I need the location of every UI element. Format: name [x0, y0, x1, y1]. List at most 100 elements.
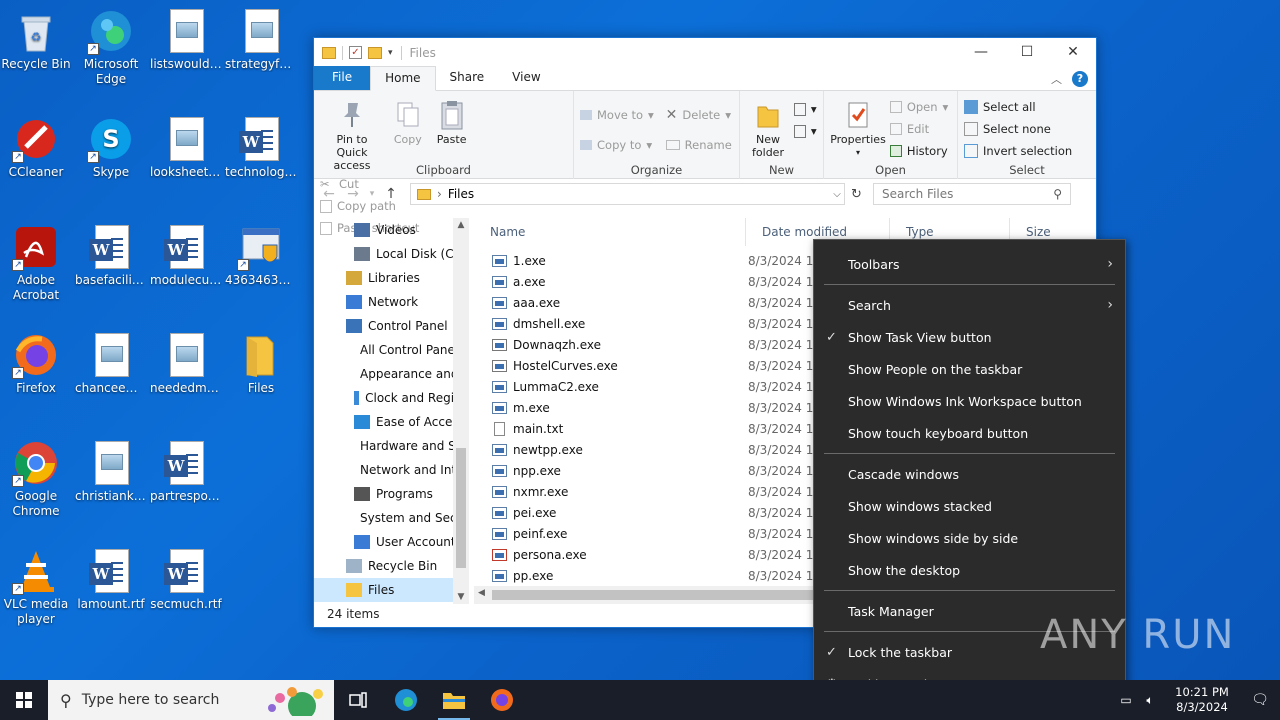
menu-item[interactable]: Toolbars ›	[814, 248, 1125, 280]
nav-item[interactable]: Ease of Access	[314, 410, 469, 434]
desktop-icon-folder[interactable]: Files	[223, 327, 299, 396]
search-input[interactable]: Search Files ⚲	[873, 183, 1071, 205]
tab-share[interactable]: Share	[436, 66, 499, 90]
network-icon[interactable]: ▭	[1116, 693, 1136, 707]
tab-view[interactable]: View	[498, 66, 554, 90]
desktop-icon-image-doc[interactable]: neededmo....	[148, 327, 224, 396]
nav-item[interactable]: System and Security	[314, 506, 469, 530]
desktop-icon-firefox[interactable]: ↗ Firefox	[0, 327, 74, 396]
minimize-button[interactable]: —	[958, 38, 1004, 67]
address-dropdown-icon[interactable]: ⌵	[830, 189, 844, 200]
new-folder-qa-icon[interactable]	[368, 46, 382, 59]
nav-item[interactable]: Appearance and Personalization	[314, 362, 469, 386]
maximize-button[interactable]: ☐	[1004, 38, 1050, 67]
nav-item[interactable]: User Accounts	[314, 530, 469, 554]
desktop-icon-word-doc[interactable]: Wpartrespo....	[148, 435, 224, 504]
task-view-button[interactable]	[334, 680, 382, 720]
nav-item[interactable]: Hardware and Sound	[314, 434, 469, 458]
desktop-icon-chrome[interactable]: ↗ Google Chrome	[0, 435, 74, 519]
cut-button[interactable]: ✂ Cut	[320, 174, 419, 194]
volume-icon[interactable]: 🔈︎	[1136, 693, 1164, 708]
desktop-icon-word-doc[interactable]: Wbasefacility....	[73, 219, 149, 288]
clock[interactable]: 10:21 PM 8/3/2024	[1164, 685, 1240, 715]
start-button[interactable]	[0, 680, 48, 720]
nav-item[interactable]: All Control Panel Items	[314, 338, 469, 362]
nav-item[interactable]: Control Panel	[314, 314, 469, 338]
desktop-icon-image-doc[interactable]: strategyfav...	[223, 3, 299, 72]
tab-home[interactable]: Home	[370, 66, 436, 91]
desktop-icon-edge[interactable]: ↗ Microsoft Edge	[73, 3, 149, 87]
desktop-icon-acrobat[interactable]: ↗ Adobe Acrobat	[0, 219, 74, 303]
menu-item[interactable]: Search ›	[814, 289, 1125, 321]
collapse-ribbon-icon[interactable]: ︿	[1051, 71, 1062, 87]
select-all-button[interactable]: Select all	[964, 97, 1072, 117]
desktop-icon-word-doc[interactable]: Wtechnologi...	[223, 111, 299, 180]
taskbar-file-explorer[interactable]	[430, 680, 478, 720]
desktop-icon-vlc[interactable]: ↗ VLC media player	[0, 543, 74, 627]
pin-quick-access-button[interactable]: Pin to Quick access	[320, 95, 384, 172]
menu-item[interactable]: Show windows stacked	[814, 490, 1125, 522]
file-name: peinf.exe	[513, 526, 568, 541]
desktop-icon-word-doc[interactable]: Wlamount.rtf	[73, 543, 149, 612]
select-none-button[interactable]: Select none	[964, 119, 1072, 139]
desktop-icon-image-doc[interactable]: listswould....	[148, 3, 224, 72]
delete-button[interactable]: ✕ Delete ▾	[666, 105, 732, 125]
rename-button[interactable]: Rename	[665, 135, 732, 155]
refresh-icon[interactable]: ↻	[851, 187, 867, 202]
desktop-icon-image-doc[interactable]: looksheet....	[148, 111, 224, 180]
menu-item[interactable]: Show the desktop	[814, 554, 1125, 586]
scroll-left-icon[interactable]: ◀	[478, 588, 485, 598]
properties-qa-icon[interactable]: ✓	[349, 46, 362, 59]
new-folder-button[interactable]: New folder	[746, 95, 790, 159]
breadcrumb-files[interactable]: Files	[448, 187, 474, 201]
nav-item[interactable]: Recycle Bin	[314, 554, 469, 578]
menu-item[interactable]: Show People on the taskbar	[814, 353, 1125, 385]
nav-item[interactable]: Network	[314, 290, 469, 314]
tab-file[interactable]: File	[314, 66, 371, 90]
notifications-icon[interactable]: 🗨︎	[1240, 692, 1280, 708]
nav-item[interactable]: Clock and Region	[314, 386, 469, 410]
nav-item[interactable]: Libraries	[314, 266, 469, 290]
nav-scrollbar[interactable]: ▲ ▼	[453, 218, 469, 604]
scroll-down-icon[interactable]: ▼	[453, 592, 469, 602]
nav-item[interactable]: Programs	[314, 482, 469, 506]
desktop-icon-ccleaner[interactable]: ↗ CCleaner	[0, 111, 74, 180]
copy-path-button[interactable]: Copy path	[320, 196, 419, 216]
close-button[interactable]: ✕	[1050, 38, 1096, 67]
desktop-icon-skype[interactable]: S ↗ Skype	[73, 111, 149, 180]
menu-item[interactable]: ✓ Show Task View button	[814, 321, 1125, 353]
copy-to-button[interactable]: Copy to ▾	[580, 135, 654, 155]
paste-button[interactable]: Paste	[432, 95, 472, 146]
customize-qa-icon[interactable]: ▾	[388, 48, 393, 58]
menu-item[interactable]: Show Windows Ink Workspace button	[814, 385, 1125, 417]
desktop-icon-image-doc[interactable]: christiank....	[73, 435, 149, 504]
nav-item[interactable]: Files	[314, 578, 469, 602]
menu-item[interactable]: Show windows side by side	[814, 522, 1125, 554]
invert-selection-button[interactable]: Invert selection	[964, 141, 1072, 161]
taskbar-firefox[interactable]	[478, 680, 526, 720]
desktop-icon-image-doc[interactable]: chanceem....	[73, 327, 149, 396]
desktop-icon-word-doc[interactable]: Wmodulecur....	[148, 219, 224, 288]
menu-item[interactable]: Cascade windows	[814, 458, 1125, 490]
menu-item[interactable]: Show touch keyboard button	[814, 417, 1125, 449]
desktop-icon-recycle-bin[interactable]: ♻ Recycle Bin	[0, 3, 74, 72]
address-bar[interactable]: › Files ⌵	[410, 183, 845, 205]
nav-item[interactable]: Local Disk (C:)	[314, 242, 469, 266]
open-button[interactable]: Open ▾	[889, 97, 948, 117]
scroll-up-icon[interactable]: ▲	[453, 220, 469, 230]
easy-access-button[interactable]: ▾	[793, 121, 817, 141]
word-doc-icon: W	[87, 223, 135, 271]
taskbar-edge[interactable]	[382, 680, 430, 720]
move-to-button[interactable]: Move to ▾	[580, 105, 654, 125]
taskbar-search-box[interactable]: ⚲ Type here to search	[48, 680, 334, 720]
properties-button[interactable]: Properties ▾	[830, 95, 886, 159]
nav-item[interactable]: Videos	[314, 218, 469, 242]
new-item-button[interactable]: ▾	[793, 99, 817, 119]
edit-button[interactable]: Edit	[889, 119, 949, 139]
help-icon[interactable]: ?	[1072, 71, 1088, 87]
nav-item[interactable]: Network and Internet	[314, 458, 469, 482]
history-button[interactable]: History	[889, 141, 949, 161]
desktop-icon-exe-shield[interactable]: ↗ 4363463463...	[223, 219, 299, 288]
copy-button[interactable]: Copy	[388, 95, 428, 146]
desktop-icon-word-doc[interactable]: Wsecmuch.rtf	[148, 543, 224, 612]
